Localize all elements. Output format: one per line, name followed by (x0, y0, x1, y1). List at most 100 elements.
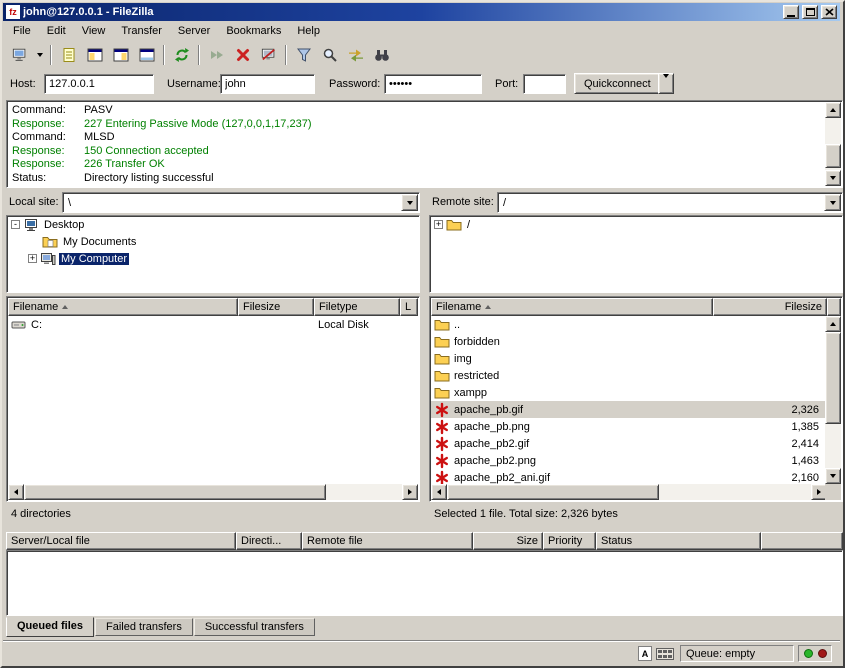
remote-site-combo[interactable]: / (497, 192, 843, 213)
column-header-filesize[interactable]: Filesize (713, 298, 827, 316)
remote-tree-icon (113, 47, 129, 63)
message-log-icon (61, 47, 77, 63)
file-row[interactable]: xampp (431, 384, 827, 401)
filter-button[interactable] (291, 43, 316, 66)
column-header-status[interactable]: Status (596, 532, 761, 550)
keypad-indicator-icon[interactable] (656, 648, 674, 660)
menu-bookmarks[interactable]: Bookmarks (218, 22, 289, 40)
menu-server[interactable]: Server (170, 22, 218, 40)
find-files-button[interactable] (369, 43, 394, 66)
collapse-icon[interactable]: - (11, 220, 20, 229)
file-name: xampp (454, 387, 487, 399)
remote-site-label: Remote site: (432, 192, 494, 212)
refresh-button[interactable] (169, 43, 194, 66)
column-header-priority[interactable]: Priority (543, 532, 596, 550)
tree-item-label: / (465, 219, 472, 231)
scroll-down-button[interactable] (825, 468, 841, 484)
minimize-button[interactable] (783, 5, 799, 19)
file-row-selected[interactable]: apache_pb.gif2,326 (431, 401, 827, 418)
disconnect-button[interactable] (256, 43, 281, 66)
port-input[interactable] (523, 74, 566, 94)
column-header-lastmodified[interactable]: L (400, 298, 418, 316)
quickconnect-dropdown[interactable] (658, 73, 674, 94)
file-row[interactable]: .. (431, 316, 827, 333)
local-horizontal-scrollbar[interactable] (8, 484, 418, 500)
menu-edit[interactable]: Edit (39, 22, 74, 40)
scroll-left-button[interactable] (8, 484, 24, 500)
queue-header: Server/Local file Directi... Remote file… (6, 532, 843, 550)
log-scrollbar[interactable] (825, 102, 841, 186)
site-manager-button[interactable] (7, 43, 32, 66)
toggle-local-tree-button[interactable] (82, 43, 107, 66)
tab-failed-transfers[interactable]: Failed transfers (95, 618, 193, 636)
toggle-message-log-button[interactable] (56, 43, 81, 66)
file-row[interactable]: restricted (431, 367, 827, 384)
menu-help[interactable]: Help (289, 22, 328, 40)
menu-view[interactable]: View (74, 22, 114, 40)
remote-site-dropdown[interactable] (824, 194, 841, 211)
column-header-filetype[interactable]: Filetype (314, 298, 400, 316)
password-input[interactable] (384, 74, 482, 94)
chevron-down-icon (37, 53, 43, 57)
scrollbar-thumb[interactable] (825, 332, 841, 424)
column-header-filesize[interactable]: Filesize (238, 298, 314, 316)
tree-item-desktop[interactable]: - Desktop (7, 216, 419, 233)
menu-transfer[interactable]: Transfer (113, 22, 170, 40)
tab-successful-transfers[interactable]: Successful transfers (194, 618, 315, 636)
scrollbar-thumb[interactable] (825, 144, 841, 168)
queue-status-text: Queue: empty (686, 648, 755, 660)
column-header-filename[interactable]: Filename (8, 298, 238, 316)
directory-comparison-button[interactable] (317, 43, 342, 66)
led-panel (798, 645, 832, 662)
file-row[interactable]: apache_pb.png1,385 (431, 418, 827, 435)
scroll-left-button[interactable] (431, 484, 447, 500)
cancel-operation-button[interactable] (230, 43, 255, 66)
username-input[interactable] (220, 74, 315, 94)
image-file-icon (434, 402, 450, 418)
scrollbar-thumb[interactable] (24, 484, 326, 500)
scroll-up-button[interactable] (825, 316, 841, 332)
file-row[interactable]: img (431, 350, 827, 367)
maximize-button[interactable] (802, 5, 818, 19)
transfer-type-indicator-icon[interactable]: A (638, 646, 652, 661)
column-header-filename[interactable]: Filename (431, 298, 713, 316)
column-header-server-local-file[interactable]: Server/Local file (6, 532, 236, 550)
host-input[interactable] (44, 74, 154, 94)
tree-item-my-computer[interactable]: + My Computer (7, 250, 419, 267)
local-site-combo[interactable]: \ (62, 192, 420, 213)
menu-file[interactable]: File (5, 22, 39, 40)
file-size: 2,326 (715, 404, 827, 416)
host-label: Host: (10, 74, 36, 94)
process-queue-button[interactable] (204, 43, 229, 66)
column-header-remote-file[interactable]: Remote file (302, 532, 473, 550)
close-button[interactable] (821, 5, 837, 19)
expand-icon[interactable]: + (28, 254, 37, 263)
local-site-dropdown[interactable] (401, 194, 418, 211)
quickconnect-button[interactable]: Quickconnect (574, 73, 661, 94)
scroll-down-button[interactable] (825, 170, 841, 186)
remote-horizontal-scrollbar[interactable] (431, 484, 827, 500)
tab-queued-files[interactable]: Queued files (6, 617, 94, 637)
tree-item-root[interactable]: + / (430, 216, 842, 233)
led-red-icon (818, 649, 827, 658)
file-size: 2,414 (715, 438, 827, 450)
expand-icon[interactable]: + (434, 220, 443, 229)
synchronized-browsing-button[interactable] (343, 43, 368, 66)
scroll-right-button[interactable] (402, 484, 418, 500)
toolbar-separator (198, 45, 200, 65)
remote-vertical-scrollbar[interactable] (825, 316, 841, 484)
scrollbar-thumb[interactable] (447, 484, 659, 500)
column-header-direction[interactable]: Directi... (236, 532, 302, 550)
file-row[interactable]: forbidden (431, 333, 827, 350)
file-row-c-drive[interactable]: C: Local Disk (8, 316, 420, 333)
site-manager-dropdown[interactable] (33, 43, 46, 66)
tree-item-my-documents[interactable]: My Documents (7, 233, 419, 250)
scroll-up-button[interactable] (825, 102, 841, 118)
file-row[interactable]: apache_pb2.png1,463 (431, 452, 827, 469)
toggle-remote-tree-button[interactable] (108, 43, 133, 66)
toggle-transfer-queue-button[interactable] (134, 43, 159, 66)
filezilla-window: { "window": { "title": "john@127.0.0.1 -… (0, 0, 845, 668)
column-header-size[interactable]: Size (473, 532, 543, 550)
file-row[interactable]: apache_pb2.gif2,414 (431, 435, 827, 452)
arrow-up-icon (830, 108, 836, 112)
